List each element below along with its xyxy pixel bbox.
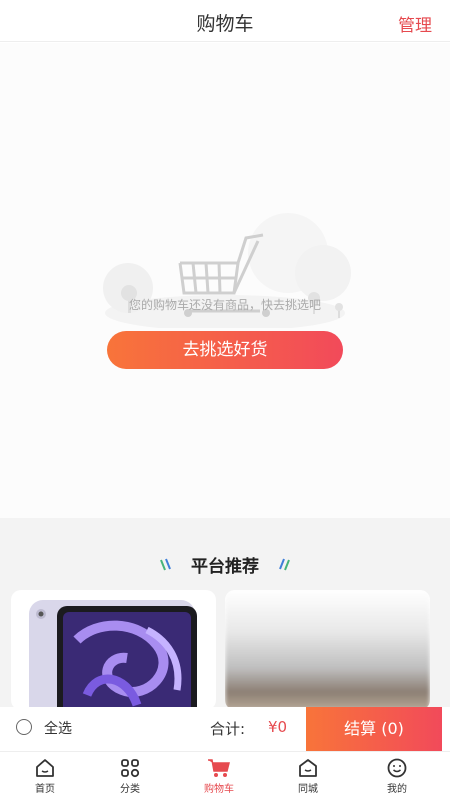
manage-button[interactable]: 管理	[398, 11, 432, 36]
checkout-bar: 全选 合计: ¥0 结算 (0)	[0, 707, 450, 751]
tab-home-label: 首页	[35, 784, 55, 795]
tab-cart[interactable]: 购物车	[174, 757, 264, 795]
header-bar: 购物车 管理	[0, 0, 450, 42]
tab-home[interactable]: 首页	[0, 757, 90, 795]
local-icon	[299, 759, 317, 777]
recommend-title-text: 平台推荐	[191, 557, 259, 577]
sparkle-right-icon	[278, 558, 290, 570]
product-image	[29, 600, 197, 710]
tab-local[interactable]: 同城	[263, 757, 353, 795]
select-all-checkbox[interactable]	[16, 719, 32, 735]
category-icon	[121, 759, 140, 778]
page-title: 购物车	[196, 13, 254, 35]
product-card[interactable]	[11, 590, 216, 710]
tab-cart-label: 购物车	[204, 784, 234, 795]
product-image	[225, 590, 430, 710]
product-card[interactable]	[225, 590, 430, 710]
sparkle-left-icon	[160, 558, 172, 570]
select-all-label[interactable]: 全选	[44, 718, 72, 738]
total-amount: ¥0	[268, 718, 288, 736]
total-label: 合计:	[210, 720, 246, 738]
tab-profile-label: 我的	[387, 784, 407, 795]
tab-profile[interactable]: 我的	[352, 757, 442, 795]
go-shopping-button[interactable]: 去挑选好货	[107, 331, 343, 369]
cart-icon	[208, 759, 230, 777]
empty-cart-area: 您的购物车还没有商品，快去挑选吧 去挑选好货	[0, 43, 450, 518]
profile-icon	[387, 758, 407, 778]
tab-category[interactable]: 分类	[85, 757, 175, 795]
recommend-title: 平台推荐	[0, 552, 450, 577]
bottom-tab-bar: 首页 分类 购物车 同城 我的	[0, 751, 450, 800]
tab-category-label: 分类	[120, 784, 140, 795]
home-icon	[36, 759, 54, 777]
settle-button[interactable]: 结算 (0)	[306, 707, 442, 751]
tab-local-label: 同城	[298, 784, 318, 795]
empty-cart-message: 您的购物车还没有商品，快去挑选吧	[128, 298, 321, 312]
